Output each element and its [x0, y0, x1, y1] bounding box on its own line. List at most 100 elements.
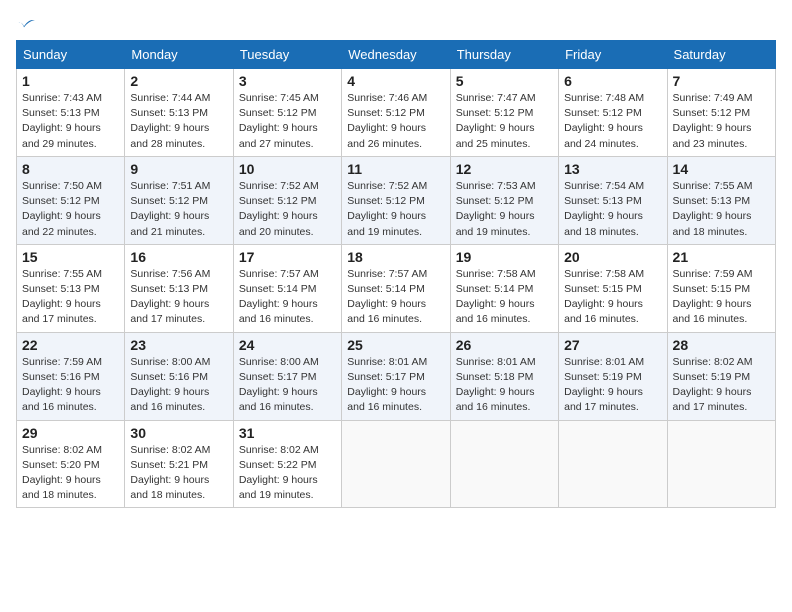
calendar-day-cell: 31 Sunrise: 8:02 AM Sunset: 5:22 PM Dayli…: [233, 420, 341, 508]
calendar-day-cell: 10 Sunrise: 7:52 AM Sunset: 5:12 PM Dayli…: [233, 156, 341, 244]
day-info: Sunrise: 8:01 AM Sunset: 5:18 PM Dayligh…: [456, 355, 553, 416]
calendar-day-cell: 11 Sunrise: 7:52 AM Sunset: 5:12 PM Dayli…: [342, 156, 450, 244]
calendar-day-cell: 3 Sunrise: 7:45 AM Sunset: 5:12 PM Daylig…: [233, 69, 341, 157]
day-info: Sunrise: 7:46 AM Sunset: 5:12 PM Dayligh…: [347, 91, 444, 152]
calendar-day-cell: 17 Sunrise: 7:57 AM Sunset: 5:14 PM Dayli…: [233, 244, 341, 332]
day-number: 22: [22, 337, 119, 353]
day-info: Sunrise: 7:49 AM Sunset: 5:12 PM Dayligh…: [673, 91, 770, 152]
calendar-day-cell: 20Sunrise: 7:58 AM Sunset: 5:15 PM Dayli…: [559, 244, 667, 332]
calendar-day-cell: 6Sunrise: 7:48 AM Sunset: 5:12 PM Daylig…: [559, 69, 667, 157]
calendar-week-row: 29 Sunrise: 8:02 AM Sunset: 5:20 PM Dayli…: [17, 420, 776, 508]
empty-cell: [342, 420, 450, 508]
calendar-day-cell: 4 Sunrise: 7:46 AM Sunset: 5:12 PM Daylig…: [342, 69, 450, 157]
day-info: Sunrise: 7:54 AM Sunset: 5:13 PM Dayligh…: [564, 179, 661, 240]
calendar-week-row: 1 Sunrise: 7:43 AM Sunset: 5:13 PM Daylig…: [17, 69, 776, 157]
empty-cell: [450, 420, 558, 508]
day-info: Sunrise: 7:56 AM Sunset: 5:13 PM Dayligh…: [130, 267, 227, 328]
calendar-day-cell: 22 Sunrise: 7:59 AM Sunset: 5:16 PM Dayli…: [17, 332, 125, 420]
day-info: Sunrise: 8:01 AM Sunset: 5:19 PM Dayligh…: [564, 355, 661, 416]
day-number: 2: [130, 73, 227, 89]
day-info: Sunrise: 7:57 AM Sunset: 5:14 PM Dayligh…: [347, 267, 444, 328]
calendar-day-cell: 18 Sunrise: 7:57 AM Sunset: 5:14 PM Dayli…: [342, 244, 450, 332]
calendar-day-cell: 16 Sunrise: 7:56 AM Sunset: 5:13 PM Dayli…: [125, 244, 233, 332]
day-number: 11: [347, 161, 444, 177]
weekday-header-sunday: Sunday: [17, 41, 125, 69]
weekday-header-friday: Friday: [559, 41, 667, 69]
calendar-day-cell: 1 Sunrise: 7:43 AM Sunset: 5:13 PM Daylig…: [17, 69, 125, 157]
logo: [16, 16, 36, 30]
day-number: 8: [22, 161, 119, 177]
day-number: 13: [564, 161, 661, 177]
day-info: Sunrise: 7:58 AM Sunset: 5:15 PM Dayligh…: [564, 267, 661, 328]
day-number: 12: [456, 161, 553, 177]
day-info: Sunrise: 8:00 AM Sunset: 5:17 PM Dayligh…: [239, 355, 336, 416]
calendar-day-cell: 23Sunrise: 8:00 AM Sunset: 5:16 PM Dayli…: [125, 332, 233, 420]
day-number: 29: [22, 425, 119, 441]
weekday-header-wednesday: Wednesday: [342, 41, 450, 69]
day-number: 1: [22, 73, 119, 89]
day-number: 15: [22, 249, 119, 265]
day-number: 5: [456, 73, 553, 89]
day-info: Sunrise: 7:45 AM Sunset: 5:12 PM Dayligh…: [239, 91, 336, 152]
day-number: 9: [130, 161, 227, 177]
day-info: Sunrise: 7:59 AM Sunset: 5:16 PM Dayligh…: [22, 355, 119, 416]
day-number: 3: [239, 73, 336, 89]
weekday-header-thursday: Thursday: [450, 41, 558, 69]
weekday-header-saturday: Saturday: [667, 41, 775, 69]
calendar-week-row: 15Sunrise: 7:55 AM Sunset: 5:13 PM Dayli…: [17, 244, 776, 332]
day-number: 27: [564, 337, 661, 353]
day-number: 24: [239, 337, 336, 353]
day-number: 10: [239, 161, 336, 177]
calendar-day-cell: 26 Sunrise: 8:01 AM Sunset: 5:18 PM Dayli…: [450, 332, 558, 420]
calendar-day-cell: 24 Sunrise: 8:00 AM Sunset: 5:17 PM Dayli…: [233, 332, 341, 420]
logo-bird-icon: [18, 16, 36, 34]
day-number: 28: [673, 337, 770, 353]
day-number: 7: [673, 73, 770, 89]
day-number: 21: [673, 249, 770, 265]
day-number: 18: [347, 249, 444, 265]
calendar-day-cell: 30 Sunrise: 8:02 AM Sunset: 5:21 PM Dayli…: [125, 420, 233, 508]
calendar-day-cell: 21 Sunrise: 7:59 AM Sunset: 5:15 PM Dayli…: [667, 244, 775, 332]
weekday-header-monday: Monday: [125, 41, 233, 69]
calendar-day-cell: 28Sunrise: 8:02 AM Sunset: 5:19 PM Dayli…: [667, 332, 775, 420]
day-info: Sunrise: 7:55 AM Sunset: 5:13 PM Dayligh…: [673, 179, 770, 240]
day-info: Sunrise: 8:02 AM Sunset: 5:22 PM Dayligh…: [239, 443, 336, 504]
day-number: 25: [347, 337, 444, 353]
day-info: Sunrise: 7:59 AM Sunset: 5:15 PM Dayligh…: [673, 267, 770, 328]
day-info: Sunrise: 7:48 AM Sunset: 5:12 PM Dayligh…: [564, 91, 661, 152]
page-header: [16, 16, 776, 30]
day-info: Sunrise: 7:44 AM Sunset: 5:13 PM Dayligh…: [130, 91, 227, 152]
calendar-table: SundayMondayTuesdayWednesdayThursdayFrid…: [16, 40, 776, 508]
calendar-day-cell: 8 Sunrise: 7:50 AM Sunset: 5:12 PM Daylig…: [17, 156, 125, 244]
day-info: Sunrise: 7:50 AM Sunset: 5:12 PM Dayligh…: [22, 179, 119, 240]
calendar-day-cell: 7 Sunrise: 7:49 AM Sunset: 5:12 PM Daylig…: [667, 69, 775, 157]
calendar-day-cell: 13 Sunrise: 7:54 AM Sunset: 5:13 PM Dayli…: [559, 156, 667, 244]
calendar-day-cell: 5 Sunrise: 7:47 AM Sunset: 5:12 PM Daylig…: [450, 69, 558, 157]
day-info: Sunrise: 8:02 AM Sunset: 5:21 PM Dayligh…: [130, 443, 227, 504]
day-info: Sunrise: 7:52 AM Sunset: 5:12 PM Dayligh…: [239, 179, 336, 240]
calendar-day-cell: 14Sunrise: 7:55 AM Sunset: 5:13 PM Dayli…: [667, 156, 775, 244]
day-number: 16: [130, 249, 227, 265]
day-number: 23: [130, 337, 227, 353]
day-number: 30: [130, 425, 227, 441]
day-info: Sunrise: 7:53 AM Sunset: 5:12 PM Dayligh…: [456, 179, 553, 240]
calendar-week-row: 8 Sunrise: 7:50 AM Sunset: 5:12 PM Daylig…: [17, 156, 776, 244]
calendar-day-cell: 12 Sunrise: 7:53 AM Sunset: 5:12 PM Dayli…: [450, 156, 558, 244]
day-info: Sunrise: 7:52 AM Sunset: 5:12 PM Dayligh…: [347, 179, 444, 240]
day-number: 4: [347, 73, 444, 89]
day-number: 31: [239, 425, 336, 441]
day-info: Sunrise: 8:02 AM Sunset: 5:20 PM Dayligh…: [22, 443, 119, 504]
calendar-day-cell: 9Sunrise: 7:51 AM Sunset: 5:12 PM Daylig…: [125, 156, 233, 244]
calendar-day-cell: 19Sunrise: 7:58 AM Sunset: 5:14 PM Dayli…: [450, 244, 558, 332]
calendar-day-cell: 29 Sunrise: 8:02 AM Sunset: 5:20 PM Dayli…: [17, 420, 125, 508]
calendar-header-row: SundayMondayTuesdayWednesdayThursdayFrid…: [17, 41, 776, 69]
day-info: Sunrise: 7:47 AM Sunset: 5:12 PM Dayligh…: [456, 91, 553, 152]
calendar-day-cell: 27 Sunrise: 8:01 AM Sunset: 5:19 PM Dayli…: [559, 332, 667, 420]
calendar-day-cell: 2 Sunrise: 7:44 AM Sunset: 5:13 PM Daylig…: [125, 69, 233, 157]
day-info: Sunrise: 8:01 AM Sunset: 5:17 PM Dayligh…: [347, 355, 444, 416]
day-info: Sunrise: 7:43 AM Sunset: 5:13 PM Dayligh…: [22, 91, 119, 152]
day-number: 17: [239, 249, 336, 265]
day-info: Sunrise: 7:57 AM Sunset: 5:14 PM Dayligh…: [239, 267, 336, 328]
day-number: 26: [456, 337, 553, 353]
weekday-header-tuesday: Tuesday: [233, 41, 341, 69]
